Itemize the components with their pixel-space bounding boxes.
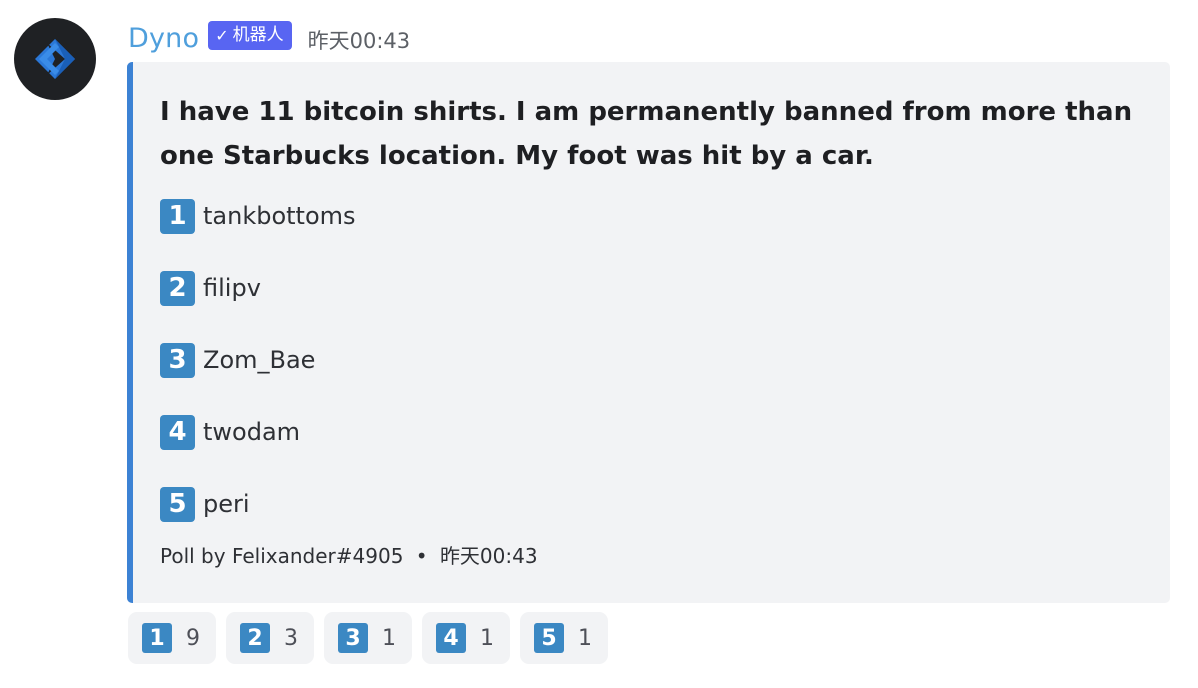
poll-options: 1 tankbottoms 2 filipv 3 Zom_Bae 4 twoda… (160, 198, 356, 558)
poll-option: 1 tankbottoms (160, 198, 356, 234)
reaction-button[interactable]: 5 1 (520, 612, 608, 664)
footer-separator: • (415, 544, 428, 568)
username[interactable]: Dyno (128, 23, 199, 54)
reaction-count: 1 (382, 625, 396, 651)
keycap-2-icon: 2 (160, 270, 195, 306)
bot-tag-label: 机器人 (232, 24, 284, 45)
reaction-count: 3 (284, 625, 298, 651)
reaction-count: 1 (480, 625, 494, 651)
keycap-5-icon: 5 (534, 623, 564, 653)
reaction-button[interactable]: 3 1 (324, 612, 412, 664)
message-timestamp[interactable]: 昨天00:43 (308, 25, 411, 55)
poll-option: 2 filipv (160, 270, 356, 306)
keycap-1-icon: 1 (160, 198, 195, 234)
reaction-button[interactable]: 4 1 (422, 612, 510, 664)
poll-option: 4 twodam (160, 414, 356, 450)
poll-option: 3 Zom_Bae (160, 342, 356, 378)
keycap-4-icon: 4 (436, 623, 466, 653)
poll-option-label: Zom_Bae (203, 346, 316, 374)
bot-tag: ✓ 机器人 (208, 20, 292, 50)
reaction-button[interactable]: 1 9 (128, 612, 216, 664)
footer-text: Poll by Felixander#4905 (160, 544, 404, 568)
checkmark-icon: ✓ (215, 25, 229, 45)
message-header: Dyno ✓ 机器人 昨天00:43 (128, 18, 410, 58)
keycap-1-icon: 1 (142, 623, 172, 653)
keycap-2-icon: 2 (240, 623, 270, 653)
poll-option: 5 peri (160, 486, 356, 522)
poll-option-label: filipv (203, 274, 261, 302)
reaction-button[interactable]: 2 3 (226, 612, 314, 664)
poll-option-label: twodam (203, 418, 301, 446)
reaction-count: 9 (186, 625, 200, 651)
footer-timestamp: 昨天00:43 (439, 544, 538, 568)
keycap-3-icon: 3 (160, 342, 195, 378)
avatar[interactable] (14, 18, 96, 100)
keycap-4-icon: 4 (160, 414, 195, 450)
poll-option-label: peri (203, 490, 250, 518)
reactions-bar: 1 9 2 3 3 1 4 1 5 1 (128, 612, 618, 664)
reaction-count: 1 (578, 625, 592, 651)
chat-message: Dyno ✓ 机器人 昨天00:43 I have 11 bitcoin shi… (0, 0, 1198, 688)
embed-footer: Poll by Felixander#4905 • 昨天00:43 (160, 540, 538, 569)
keycap-5-icon: 5 (160, 486, 195, 522)
poll-embed: I have 11 bitcoin shirts. I am permanent… (127, 62, 1170, 603)
embed-description: I have 11 bitcoin shirts. I am permanent… (160, 97, 1133, 171)
poll-option-label: tankbottoms (203, 202, 356, 230)
keycap-3-icon: 3 (338, 623, 368, 653)
dyno-logo-icon (35, 39, 75, 79)
